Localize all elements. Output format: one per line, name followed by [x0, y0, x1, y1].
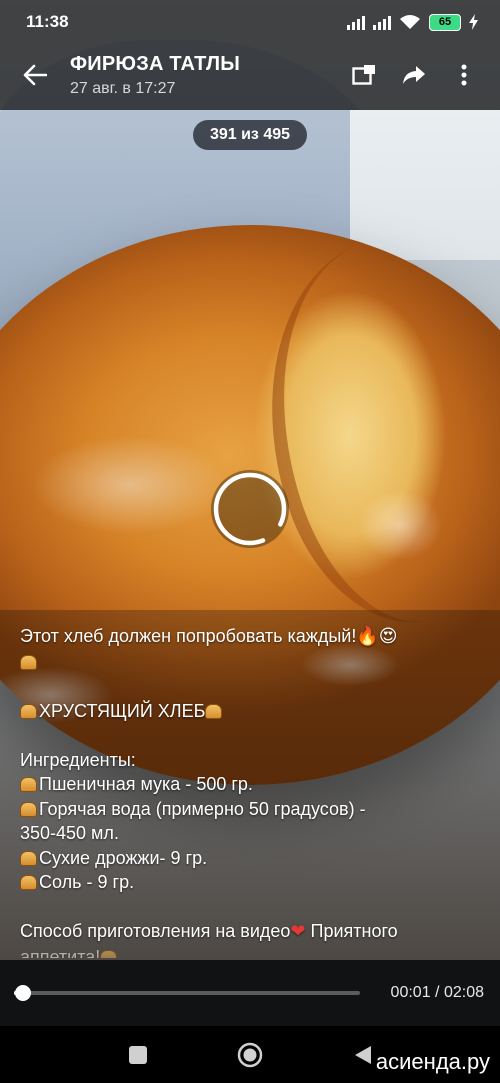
ingredient-item: Горячая вода (примерно 50 градусов) - [20, 797, 482, 822]
time-separator: / [435, 984, 440, 1001]
caption-blank [20, 895, 482, 920]
method-line: Способ приготовления на видео❤ Приятного [20, 919, 482, 945]
seek-thumb[interactable] [15, 985, 31, 1001]
picture-in-picture-button[interactable] [348, 59, 380, 91]
caption-line-intro: Этот хлеб должен попробовать каждый!🔥😍 [20, 624, 482, 650]
ingredient-item: Пшеничная мука - 500 гр. [20, 772, 482, 797]
share-icon [403, 66, 425, 84]
header-actions [348, 59, 500, 91]
ingredient-item: Сухие дрожжи- 9 гр. [20, 846, 482, 871]
caption-line-loaf [20, 650, 482, 675]
header-text[interactable]: ФИРЮЗА ТАТЛЫ 27 авг. в 17:27 [70, 53, 348, 98]
bread-emoji-icon [20, 850, 37, 866]
bread-emoji-icon [20, 654, 37, 670]
ingredient-item-continued: 350-450 мл. [20, 823, 119, 843]
status-bar: 11:38 65 [0, 0, 500, 44]
back-arrow-icon [23, 64, 47, 86]
duration: 02:08 [443, 984, 484, 1001]
video-player-bar: 00:01 / 02:08 [0, 960, 500, 1026]
wifi-icon [400, 15, 420, 29]
bread-emoji-icon [20, 801, 37, 817]
signal-icon-2 [373, 14, 391, 30]
caption-last-text: аппетита! [20, 946, 101, 959]
ingredient-text: Сухие дрожжи- 9 гр. [39, 847, 208, 868]
share-button[interactable] [398, 59, 430, 91]
nav-back-button[interactable] [350, 1042, 376, 1068]
picture-in-picture-icon [352, 65, 375, 85]
bread-emoji-icon [205, 703, 223, 719]
method-tail: Приятного [305, 921, 398, 941]
home-button[interactable] [237, 1042, 263, 1068]
ingredient-item: Соль - 9 гр. [20, 870, 482, 895]
recents-button[interactable] [125, 1042, 151, 1068]
red-heart-emoji: ❤ [290, 921, 306, 942]
bread-emoji-icon [20, 777, 37, 792]
charging-icon [469, 14, 478, 30]
signal-icon [347, 14, 365, 30]
home-circle-icon [237, 1042, 263, 1068]
bread-emoji-icon [100, 949, 118, 958]
seek-bar[interactable] [14, 985, 360, 1001]
status-time: 11:38 [26, 12, 69, 31]
ingredient-text: Соль - 9 гр. [39, 872, 135, 892]
ingredient-text: Горячая вода (примерно 50 градусов) - [39, 798, 366, 819]
battery-icon: 65 [429, 13, 461, 31]
watermark: асиенда.ру [375, 1049, 490, 1074]
fire-heart-eyes-emoji: 🔥😍 [356, 626, 398, 647]
ingredient-text: Пшеничная мука - 500 гр. [39, 774, 253, 794]
more-vertical-icon [461, 64, 467, 86]
caption-title-line: ХРУСТЯЩИЙ ХЛЕБ [20, 699, 482, 724]
loading-ring-icon [213, 472, 287, 546]
post-date: 27 авг. в 17:27 [70, 79, 176, 97]
bread-emoji-icon [20, 703, 37, 719]
more-button[interactable] [448, 59, 480, 91]
caption-title: ХРУСТЯЩИЙ ХЛЕБ [39, 700, 206, 721]
photo-counter: 391 из 495 [193, 120, 307, 150]
battery-level: 65 [438, 16, 452, 28]
caption-blank [20, 723, 482, 748]
app-header: ФИРЮЗА ТАТЛЫ 27 авг. в 17:27 [0, 44, 500, 106]
author-name[interactable]: ФИРЮЗА ТАТЛЫ [70, 53, 348, 76]
post-caption[interactable]: Этот хлеб должен попробовать каждый!🔥😍 Х… [20, 624, 482, 958]
recents-square-icon [129, 1046, 147, 1064]
playback-time: 00:01 / 02:08 [391, 984, 484, 1002]
caption-blank [20, 674, 482, 699]
ingredients-heading: Ингредиенты: [20, 749, 136, 770]
back-triangle-icon [355, 1046, 371, 1064]
current-time: 00:01 [390, 984, 431, 1001]
caption-last-line: аппетита! [20, 945, 482, 959]
caption-intro-text: Этот хлеб должен попробовать каждый! [20, 626, 357, 646]
status-icons: 65 [347, 13, 478, 31]
loading-spinner[interactable] [211, 470, 289, 548]
back-button[interactable] [0, 44, 70, 106]
bread-emoji-icon [20, 875, 37, 890]
method-text: Способ приготовления на видео [20, 921, 291, 941]
